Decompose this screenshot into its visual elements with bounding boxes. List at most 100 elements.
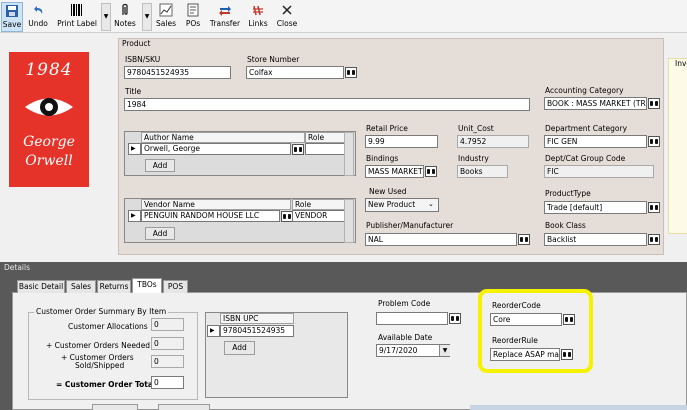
- add-vendor-button[interactable]: Add: [145, 227, 175, 240]
- reorder-code-lookup-icon[interactable]: [563, 314, 575, 325]
- new-used-label: New Used: [369, 187, 407, 196]
- vendor-name-header: Vendor Name: [141, 199, 291, 210]
- isbn-upc-header: ISBN UPC: [220, 313, 294, 324]
- store-number-label: Store Number: [247, 55, 300, 64]
- links-button[interactable]: Links: [247, 2, 269, 30]
- pos-button[interactable]: POs: [183, 2, 203, 30]
- customer-allocations-field: 0: [151, 318, 184, 331]
- accounting-category-label: Accounting Category: [545, 86, 624, 95]
- print-label-dropdown[interactable]: ▼: [101, 3, 111, 31]
- store-number-field[interactable]: Colfax: [246, 66, 344, 79]
- links-label: Links: [248, 19, 268, 28]
- bindings-lookup-icon[interactable]: [425, 166, 437, 177]
- print-label-label: Print Label: [57, 19, 97, 28]
- notes-label: Notes: [114, 19, 136, 28]
- reorder-rule-lookup-icon[interactable]: [561, 349, 573, 360]
- close-icon: [282, 5, 292, 15]
- customer-order-total-label: = Customer Order Total: [56, 380, 156, 389]
- cover-author-last: Orwell: [25, 153, 73, 169]
- store-lookup-icon[interactable]: [345, 67, 357, 78]
- details-label: Details: [4, 263, 31, 272]
- industry-label: Industry: [458, 154, 489, 163]
- isbn-label: ISBN/SKU: [125, 55, 161, 64]
- paperclip-icon: [122, 3, 128, 15]
- undo-button[interactable]: Undo: [26, 2, 50, 30]
- customer-order-total-field: 0: [151, 376, 184, 389]
- problem-code-field[interactable]: [376, 312, 448, 325]
- publisher-label: Publisher/Manufacturer: [366, 221, 454, 230]
- undo-label: Undo: [28, 19, 48, 28]
- product-type-label: ProductType: [545, 189, 591, 198]
- unit-cost-field: 4.7952: [457, 135, 529, 148]
- sold-shipped-label: Sold/Shipped: [75, 361, 125, 370]
- book-class-field[interactable]: Backlist: [544, 233, 647, 246]
- save-label: Save: [2, 20, 22, 29]
- author-scrollbar[interactable]: [344, 132, 354, 176]
- product-type-lookup-icon[interactable]: [648, 202, 660, 213]
- customer-orders-needed-field: 0: [151, 337, 184, 350]
- add-isbn-upc-button[interactable]: Add: [224, 341, 255, 355]
- tab-tbos[interactable]: TBOs: [132, 278, 162, 293]
- customer-allocations-label: Customer Allocations: [68, 322, 148, 331]
- department-category-label: Department Category: [545, 124, 628, 133]
- dept-group-code-label: Dept/Cat Group Code: [545, 154, 626, 163]
- book-cover-image: 1984 George Orwell: [9, 52, 89, 187]
- author-name-cell[interactable]: Orwell, George: [141, 143, 291, 155]
- row-selector-icon: ▶: [128, 210, 141, 222]
- available-date-label: Available Date: [378, 333, 433, 342]
- industry-field: Books: [457, 165, 508, 178]
- department-category-lookup-icon[interactable]: [648, 136, 660, 147]
- add-author-button[interactable]: Add: [145, 159, 175, 172]
- title-label: Title: [125, 87, 142, 96]
- vendor-role-cell[interactable]: VENDOR: [292, 210, 350, 222]
- retail-price-field[interactable]: 9.99: [365, 135, 438, 148]
- transfer-button[interactable]: Transfer: [209, 2, 241, 30]
- bindings-field[interactable]: MASS MARKET: [365, 165, 424, 178]
- publisher-field[interactable]: NAL: [365, 233, 517, 246]
- toolbar: Save Undo Print Label ▼ Notes ▼ Sales PO…: [0, 0, 687, 33]
- calendar-dropdown-icon[interactable]: ▼: [439, 345, 450, 356]
- row-selector-icon: ▶: [128, 143, 141, 155]
- tab-pos[interactable]: POS: [163, 280, 188, 293]
- tab-returns[interactable]: Returns: [97, 280, 131, 293]
- tab-basic-detail[interactable]: Basic Detail: [17, 280, 65, 293]
- department-category-field[interactable]: FIC GEN: [544, 135, 647, 148]
- vendor-name-cell[interactable]: PENGUIN RANDOM HOUSE LLC: [141, 210, 280, 222]
- save-button[interactable]: Save: [1, 2, 23, 32]
- notes-button[interactable]: Notes: [113, 2, 137, 30]
- product-type-field[interactable]: Trade [default]: [544, 201, 647, 214]
- close-button[interactable]: Close: [275, 2, 299, 30]
- transfer-label: Transfer: [209, 19, 241, 28]
- retail-price-label: Retail Price: [366, 124, 408, 133]
- bottom-button-1[interactable]: [92, 404, 138, 410]
- save-icon: [6, 5, 18, 17]
- accounting-category-field[interactable]: BOOK : MASS MARKET (TR: [544, 97, 647, 110]
- book-class-label: Book Class: [545, 221, 586, 230]
- notes-dropdown[interactable]: ▼: [142, 3, 152, 31]
- available-date-value: 9/17/2020: [379, 346, 418, 355]
- publisher-lookup-icon[interactable]: [518, 234, 530, 245]
- isbn-upc-cell[interactable]: 9780451524935: [220, 325, 294, 337]
- chevron-down-icon[interactable]: ⌄: [428, 200, 434, 208]
- problem-code-lookup-icon[interactable]: [449, 313, 461, 324]
- customer-orders-needed-label: + Customer Orders Needed: [46, 341, 151, 350]
- eye-icon: [25, 98, 73, 116]
- reorder-rule-field[interactable]: Replace ASAP max: [490, 348, 560, 361]
- tab-sales[interactable]: Sales: [66, 280, 96, 293]
- title-field[interactable]: 1984: [124, 98, 530, 111]
- links-icon: [253, 5, 263, 16]
- isbn-field[interactable]: 9780451524935: [124, 66, 231, 79]
- barcode-icon: [71, 4, 82, 16]
- problem-code-label: Problem Code: [378, 299, 431, 308]
- transfer-icon: [219, 6, 231, 16]
- reorder-code-field[interactable]: Core: [490, 313, 562, 326]
- undo-icon: [34, 6, 43, 14]
- book-class-lookup-icon[interactable]: [648, 234, 660, 245]
- unit-cost-label: Unit_Cost: [458, 124, 494, 133]
- sales-button[interactable]: Sales: [155, 2, 177, 30]
- vendor-scrollbar[interactable]: [344, 199, 354, 243]
- accounting-category-lookup-icon[interactable]: [648, 98, 660, 109]
- bottom-button-2[interactable]: [158, 404, 210, 410]
- print-label-button[interactable]: Print Label: [57, 2, 97, 30]
- author-lookup-icon[interactable]: [292, 144, 304, 155]
